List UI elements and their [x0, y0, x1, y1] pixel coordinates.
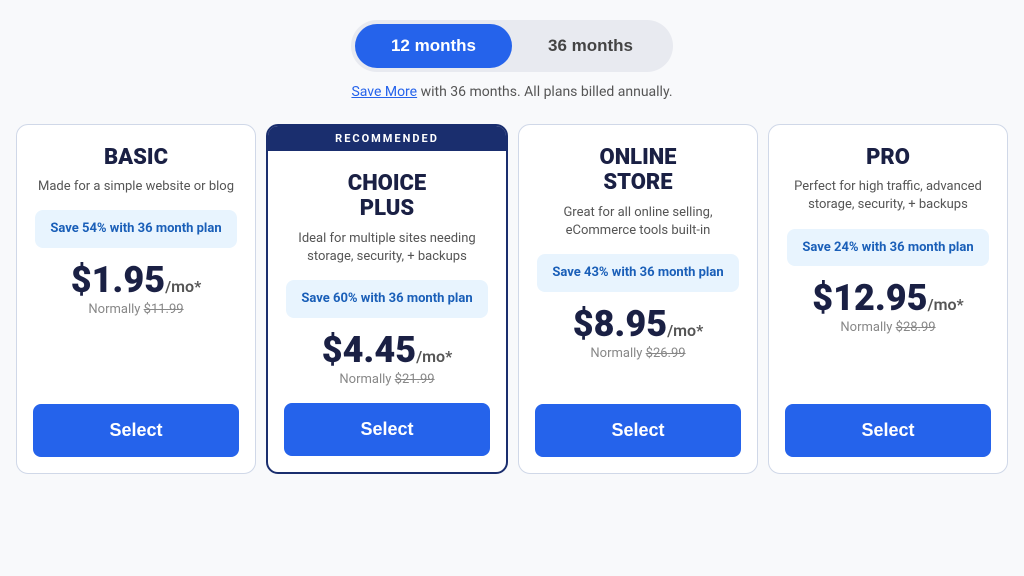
select-wrapper-basic: Select	[17, 404, 255, 457]
strikethrough-price-basic: $11.99	[144, 302, 184, 317]
plan-price-basic: $1.95/mo*	[71, 262, 202, 298]
card-body: ONLINESTORE Great for all online selling…	[519, 125, 757, 404]
plan-normal-price-basic: Normally $11.99	[88, 302, 183, 317]
strikethrough-price-online-store: $26.99	[646, 346, 686, 361]
plan-card-choice-plus: RECOMMENDED CHOICEPLUS Ideal for multipl…	[266, 124, 508, 474]
card-body: CHOICEPLUS Ideal for multiple sites need…	[268, 151, 506, 403]
plans-container: BASIC Made for a simple website or blog …	[16, 124, 1008, 474]
subtitle-text: Save More with 36 months. All plans bill…	[351, 84, 672, 100]
plan-desc-online-store: Great for all online selling, eCommerce …	[537, 204, 739, 240]
select-button-choice-plus[interactable]: Select	[284, 403, 490, 456]
price-suffix-online-store: /mo*	[667, 321, 703, 340]
plan-name-online-store: ONLINESTORE	[600, 145, 677, 196]
plan-price-pro: $12.95/mo*	[812, 280, 963, 316]
toggle-36months[interactable]: 36 months	[512, 24, 669, 68]
select-button-online-store[interactable]: Select	[535, 404, 741, 457]
plan-price-online-store: $8.95/mo*	[573, 306, 704, 342]
save-badge-online-store: Save 43% with 36 month plan	[537, 254, 739, 292]
plan-name-pro: PRO	[866, 145, 910, 170]
plan-name-choice-plus: CHOICEPLUS	[348, 171, 426, 222]
save-badge-choice-plus: Save 60% with 36 month plan	[286, 280, 488, 318]
price-suffix-pro: /mo*	[928, 295, 964, 314]
plan-desc-basic: Made for a simple website or blog	[38, 178, 234, 196]
plan-desc-pro: Perfect for high traffic, advanced stora…	[787, 178, 989, 214]
strikethrough-price-pro: $28.99	[896, 320, 936, 335]
card-body: BASIC Made for a simple website or blog …	[17, 125, 255, 404]
select-wrapper-pro: Select	[769, 404, 1007, 457]
card-body: PRO Perfect for high traffic, advanced s…	[769, 125, 1007, 404]
select-wrapper-online-store: Select	[519, 404, 757, 457]
save-badge-basic: Save 54% with 36 month plan	[35, 210, 237, 248]
plan-normal-price-choice-plus: Normally $21.99	[339, 372, 434, 387]
plan-desc-choice-plus: Ideal for multiple sites needing storage…	[286, 230, 488, 266]
toggle-12months[interactable]: 12 months	[355, 24, 512, 68]
plan-card-online-store: ONLINESTORE Great for all online selling…	[518, 124, 758, 474]
plan-normal-price-pro: Normally $28.99	[840, 320, 935, 335]
billing-toggle: 12 months 36 months	[351, 20, 673, 72]
price-suffix-choice-plus: /mo*	[416, 347, 452, 366]
plan-normal-price-online-store: Normally $26.99	[590, 346, 685, 361]
plan-price-choice-plus: $4.45/mo*	[322, 332, 453, 368]
select-wrapper-choice-plus: Select	[268, 403, 506, 456]
save-more-link[interactable]: Save More	[351, 84, 417, 100]
plan-card-basic: BASIC Made for a simple website or blog …	[16, 124, 256, 474]
plan-card-pro: PRO Perfect for high traffic, advanced s…	[768, 124, 1008, 474]
select-button-pro[interactable]: Select	[785, 404, 991, 457]
save-badge-pro: Save 24% with 36 month plan	[787, 229, 989, 267]
plan-name-basic: BASIC	[104, 145, 168, 170]
price-suffix-basic: /mo*	[165, 277, 201, 296]
recommended-badge: RECOMMENDED	[268, 126, 506, 151]
strikethrough-price-choice-plus: $21.99	[395, 372, 435, 387]
select-button-basic[interactable]: Select	[33, 404, 239, 457]
